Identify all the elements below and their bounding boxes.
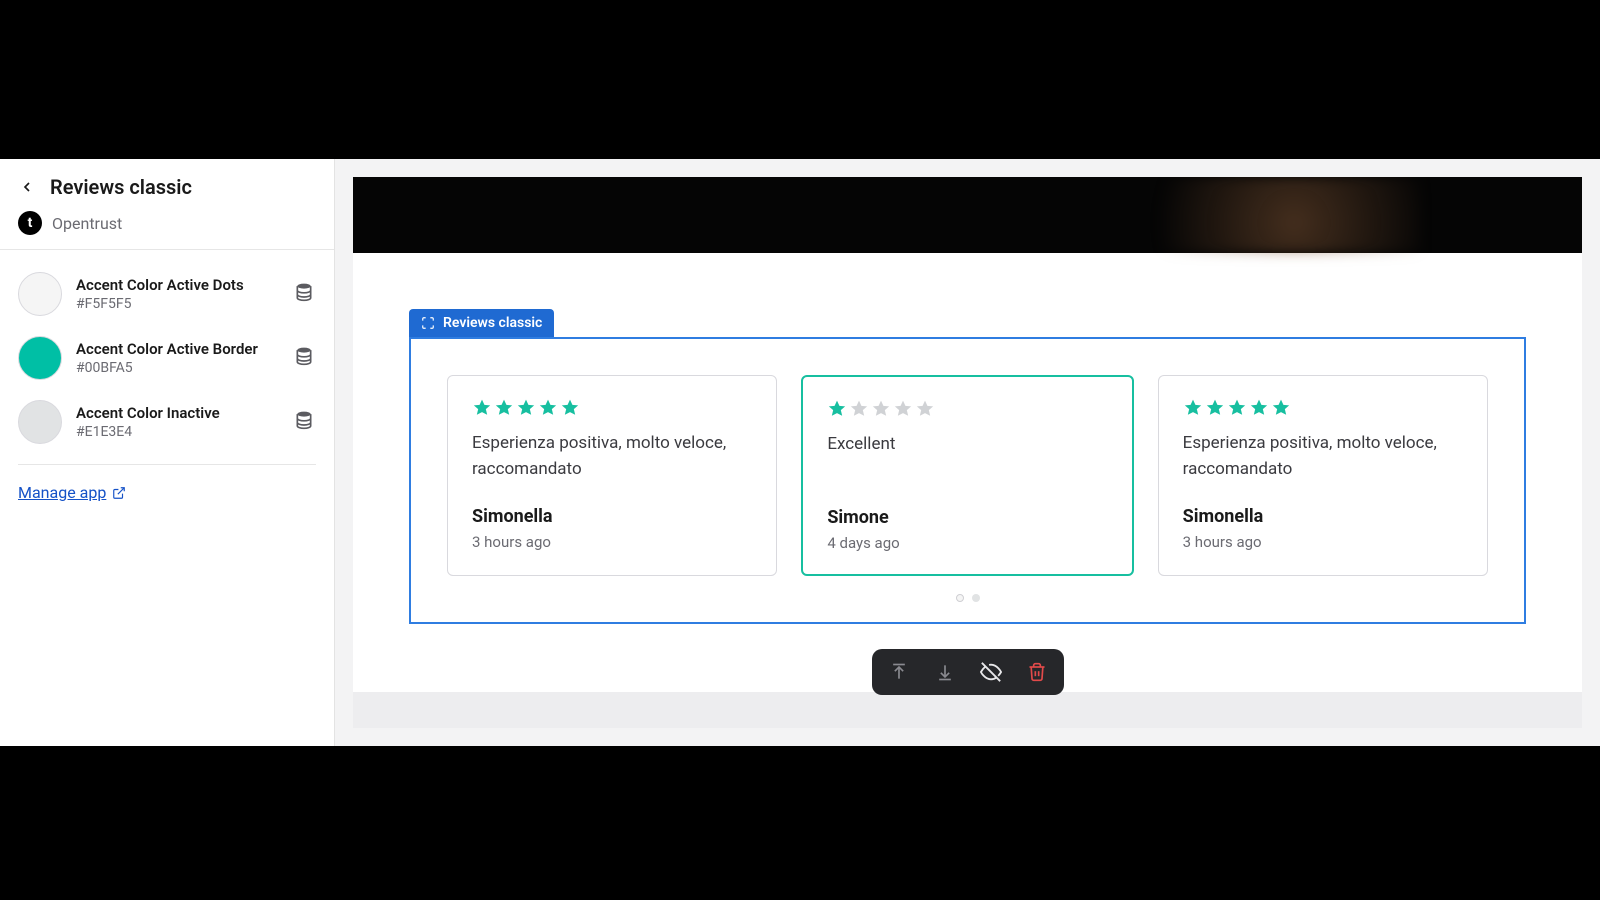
- color-swatch[interactable]: [18, 400, 62, 444]
- section-frame-icon: [421, 316, 435, 330]
- review-card[interactable]: Excellent Simone 4 days ago: [801, 375, 1133, 576]
- star-rating: [472, 398, 752, 418]
- section-badge[interactable]: Reviews classic: [409, 309, 554, 337]
- star-icon: [893, 399, 913, 419]
- preview-canvas: Reviews classic Esperienza positiva, mol…: [353, 177, 1582, 728]
- review-timestamp: 4 days ago: [827, 534, 1107, 552]
- color-setting-row[interactable]: Accent Color Inactive #E1E3E4: [18, 390, 316, 454]
- star-icon: [1249, 398, 1269, 418]
- color-label: Accent Color Active Dots: [76, 276, 280, 294]
- footer-band: [353, 692, 1582, 728]
- move-down-icon: [935, 662, 955, 682]
- manage-app-link[interactable]: Manage app: [18, 483, 126, 502]
- delete-button[interactable]: [1024, 659, 1050, 685]
- reviews-row: Esperienza positiva, molto veloce, racco…: [447, 375, 1488, 576]
- review-text: Esperienza positiva, molto veloce, racco…: [1183, 430, 1463, 484]
- star-icon: [472, 398, 492, 418]
- carousel-dot[interactable]: [972, 594, 980, 602]
- review-author: Simonella: [1183, 506, 1463, 527]
- back-button[interactable]: [18, 173, 36, 201]
- star-icon: [827, 399, 847, 419]
- review-timestamp: 3 hours ago: [472, 533, 752, 551]
- section-selected-box[interactable]: Esperienza positiva, molto veloce, racco…: [409, 337, 1526, 624]
- star-icon: [538, 398, 558, 418]
- review-author: Simonella: [472, 506, 752, 527]
- database-icon[interactable]: [294, 282, 316, 306]
- section-badge-label: Reviews classic: [443, 315, 542, 331]
- review-card[interactable]: Esperienza positiva, molto veloce, racco…: [1158, 375, 1488, 576]
- app-row: t Opentrust: [0, 211, 334, 250]
- color-hex-value: #00BFA5: [76, 360, 280, 376]
- star-icon: [1271, 398, 1291, 418]
- star-icon: [1183, 398, 1203, 418]
- star-icon: [1227, 398, 1247, 418]
- review-text: Esperienza positiva, molto veloce, racco…: [472, 430, 752, 484]
- color-label: Accent Color Active Border: [76, 340, 280, 358]
- preview-canvas-area: Reviews classic Esperienza positiva, mol…: [335, 159, 1600, 746]
- color-swatch[interactable]: [18, 272, 62, 316]
- sidebar-title: Reviews classic: [50, 175, 192, 199]
- color-meta: Accent Color Active Border #00BFA5: [76, 340, 280, 376]
- section-toolbar: [872, 649, 1064, 695]
- color-meta: Accent Color Active Dots #F5F5F5: [76, 276, 280, 312]
- settings-sidebar: Reviews classic t Opentrust Accent Color…: [0, 159, 335, 746]
- star-icon: [1205, 398, 1225, 418]
- manage-app-link-label: Manage app: [18, 483, 106, 502]
- review-author: Simone: [827, 507, 1107, 528]
- hero-image-strip: [353, 177, 1582, 253]
- color-list: Accent Color Active Dots#F5F5F5Accent Co…: [0, 250, 334, 454]
- move-up-icon: [889, 662, 909, 682]
- color-label: Accent Color Inactive: [76, 404, 280, 422]
- star-icon: [494, 398, 514, 418]
- color-setting-row[interactable]: Accent Color Active Dots #F5F5F5: [18, 262, 316, 326]
- star-icon: [915, 399, 935, 419]
- review-text: Excellent: [827, 431, 1107, 485]
- external-link-icon: [112, 486, 126, 500]
- color-hex-value: #F5F5F5: [76, 296, 280, 312]
- color-meta: Accent Color Inactive #E1E3E4: [76, 404, 280, 440]
- carousel-dots: [447, 594, 1488, 602]
- carousel-dot[interactable]: [956, 594, 964, 602]
- star-icon: [560, 398, 580, 418]
- review-card[interactable]: Esperienza positiva, molto veloce, racco…: [447, 375, 777, 576]
- database-icon[interactable]: [294, 410, 316, 434]
- move-down-button[interactable]: [932, 659, 958, 685]
- star-icon: [516, 398, 536, 418]
- star-icon: [849, 399, 869, 419]
- database-icon[interactable]: [294, 346, 316, 370]
- color-hex-value: #E1E3E4: [76, 424, 280, 440]
- review-timestamp: 3 hours ago: [1183, 533, 1463, 551]
- app-name: Opentrust: [52, 214, 122, 233]
- eye-off-icon: [980, 661, 1002, 683]
- star-rating: [827, 399, 1107, 419]
- star-icon: [871, 399, 891, 419]
- trash-icon: [1027, 662, 1047, 682]
- color-setting-row[interactable]: Accent Color Active Border #00BFA5: [18, 326, 316, 390]
- app-icon: t: [18, 211, 42, 235]
- color-swatch[interactable]: [18, 336, 62, 380]
- hide-button[interactable]: [978, 659, 1004, 685]
- star-rating: [1183, 398, 1463, 418]
- move-up-button[interactable]: [886, 659, 912, 685]
